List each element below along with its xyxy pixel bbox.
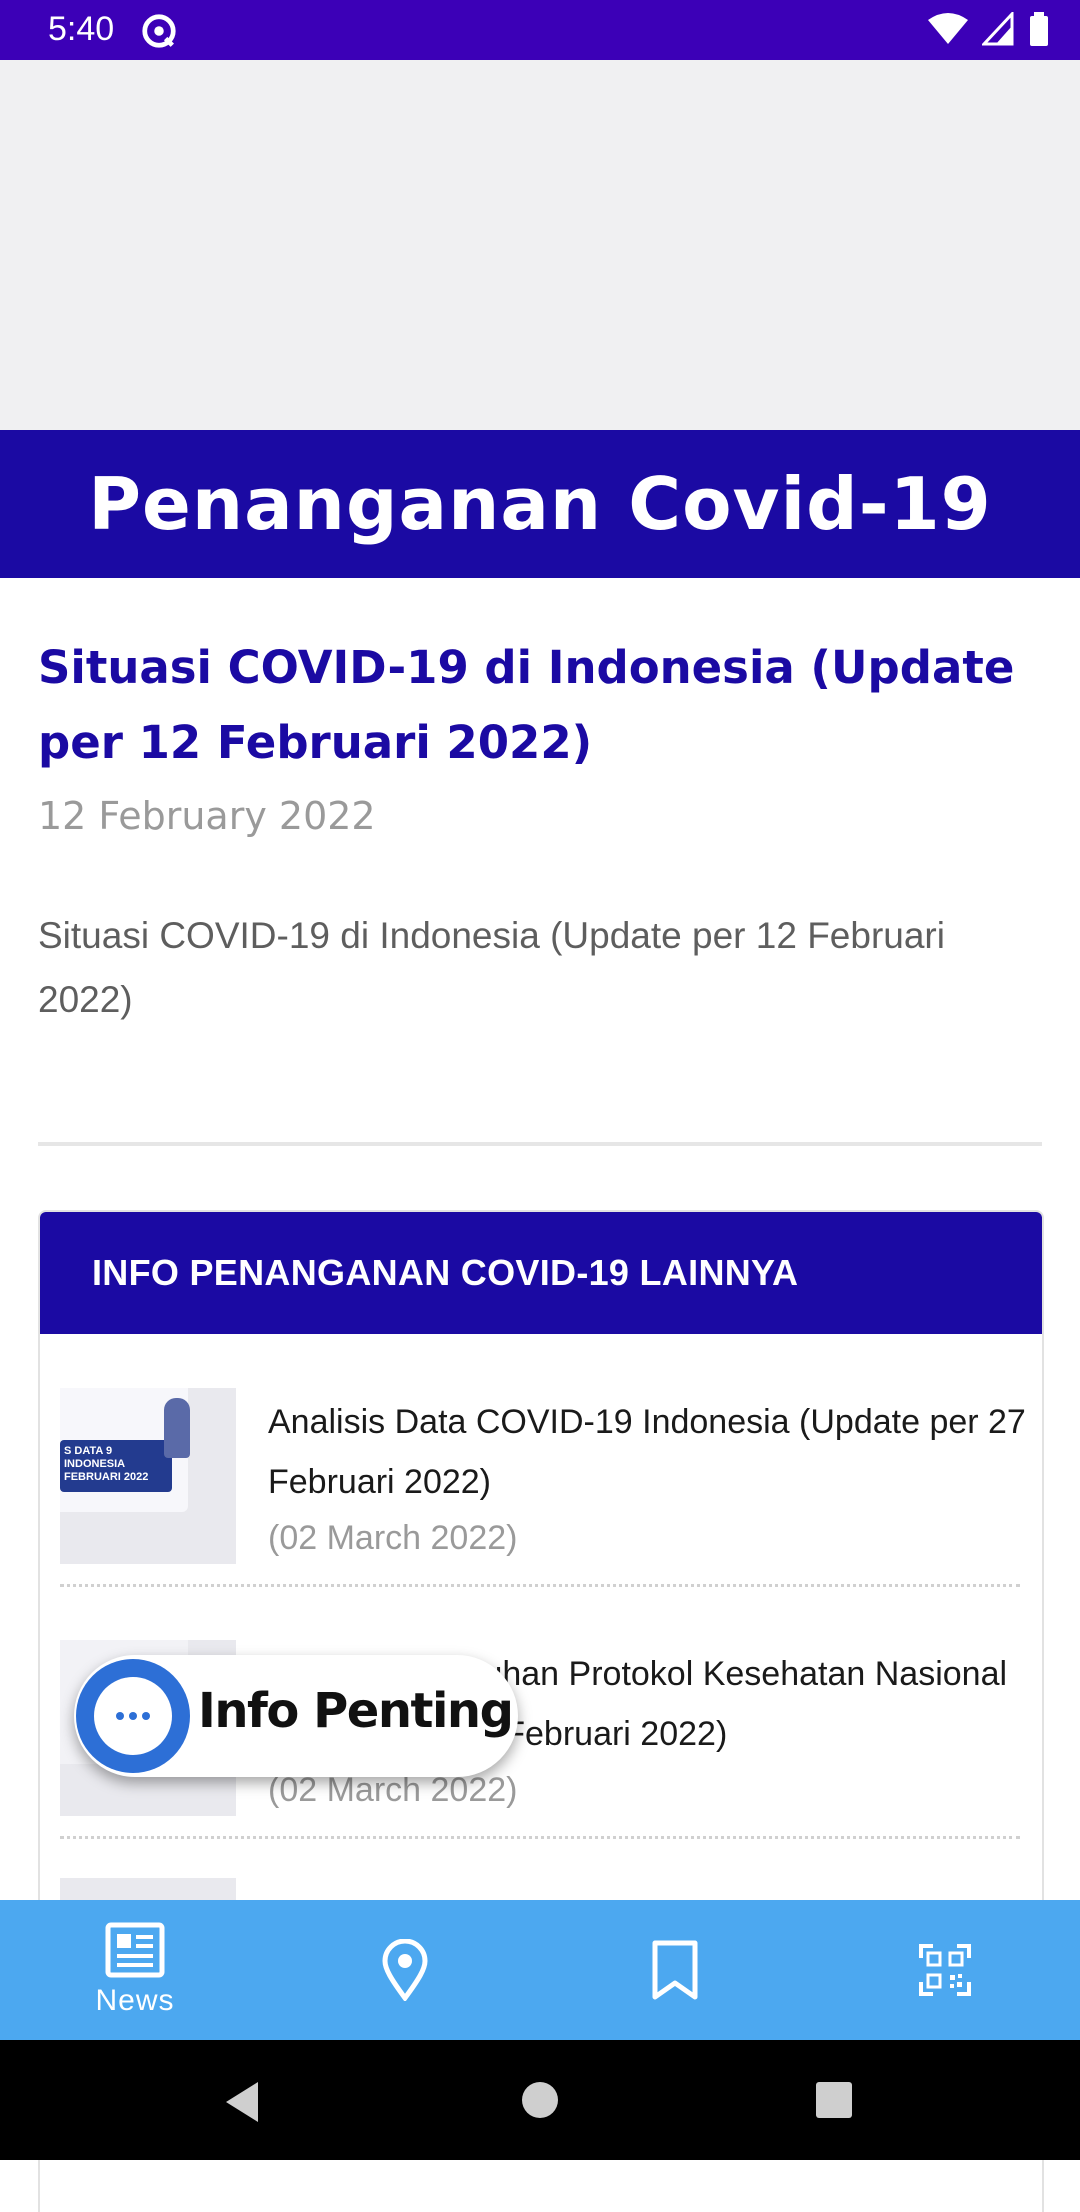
card-header: INFO PENANGANAN COVID-19 LAINNYA <box>40 1212 1042 1334</box>
nav-item-news[interactable]: News <box>0 1900 270 2040</box>
signal-icon <box>982 12 1014 46</box>
item-date: (02 March 2022) <box>268 1519 518 1557</box>
article-summary: Situasi COVID-19 di Indonesia (Update pe… <box>38 915 945 1020</box>
recents-icon[interactable] <box>816 2082 852 2118</box>
divider <box>38 1142 1042 1146</box>
article-date: 12 February 2022 <box>38 794 376 838</box>
qr-code-icon <box>919 1944 971 1996</box>
wifi-icon <box>928 13 968 44</box>
status-icons <box>928 12 1050 46</box>
nav-item-location[interactable] <box>270 1900 540 2040</box>
system-navigation-bar <box>0 2040 1080 2160</box>
banner-placeholder <box>0 60 1080 430</box>
nav-item-qr[interactable] <box>810 1900 1080 2040</box>
status-time: 5:40 <box>48 10 115 48</box>
item-title[interactable]: Analisis Data COVID-19 Indonesia (Update… <box>268 1392 1028 1512</box>
newspaper-icon <box>105 1922 165 1978</box>
bookmark-icon <box>652 1940 698 2000</box>
nav-label-news: News <box>95 1984 175 2017</box>
thumbnail-figure <box>164 1398 190 1458</box>
featured-article[interactable]: Situasi COVID-19 di Indonesia (Update pe… <box>38 630 1048 1032</box>
status-bar: 5:40 <box>0 0 1080 60</box>
list-item[interactable]: S DATA 9 INDONESIA FEBRUARI 2022 Analisi… <box>60 1334 1026 1587</box>
list-item-partial[interactable] <box>60 1838 1020 1918</box>
app-notification-icon <box>142 14 176 48</box>
card-header-title: INFO PENANGANAN COVID-19 LAINNYA <box>92 1252 799 1293</box>
location-pin-icon <box>382 1939 428 2001</box>
info-penting-button[interactable]: Info Penting <box>74 1655 518 1777</box>
page-title: Penanganan Covid-19 <box>88 462 992 546</box>
back-icon[interactable] <box>222 2080 262 2124</box>
bottom-navigation: News <box>0 1900 1080 2040</box>
item-thumbnail: S DATA 9 INDONESIA FEBRUARI 2022 <box>60 1388 236 1564</box>
article-title[interactable]: Situasi COVID-19 di Indonesia (Update pe… <box>38 630 1048 780</box>
nav-item-bookmark[interactable] <box>540 1900 810 2040</box>
thumbnail-text: S DATA 9 INDONESIA FEBRUARI 2022 <box>60 1440 172 1492</box>
chat-bubble-icon <box>76 1659 190 1773</box>
battery-icon <box>1030 12 1048 46</box>
hero-header: Penanganan Covid-19 <box>0 430 1080 578</box>
info-penting-label: Info Penting <box>198 1683 514 1739</box>
home-icon[interactable] <box>522 2082 558 2118</box>
